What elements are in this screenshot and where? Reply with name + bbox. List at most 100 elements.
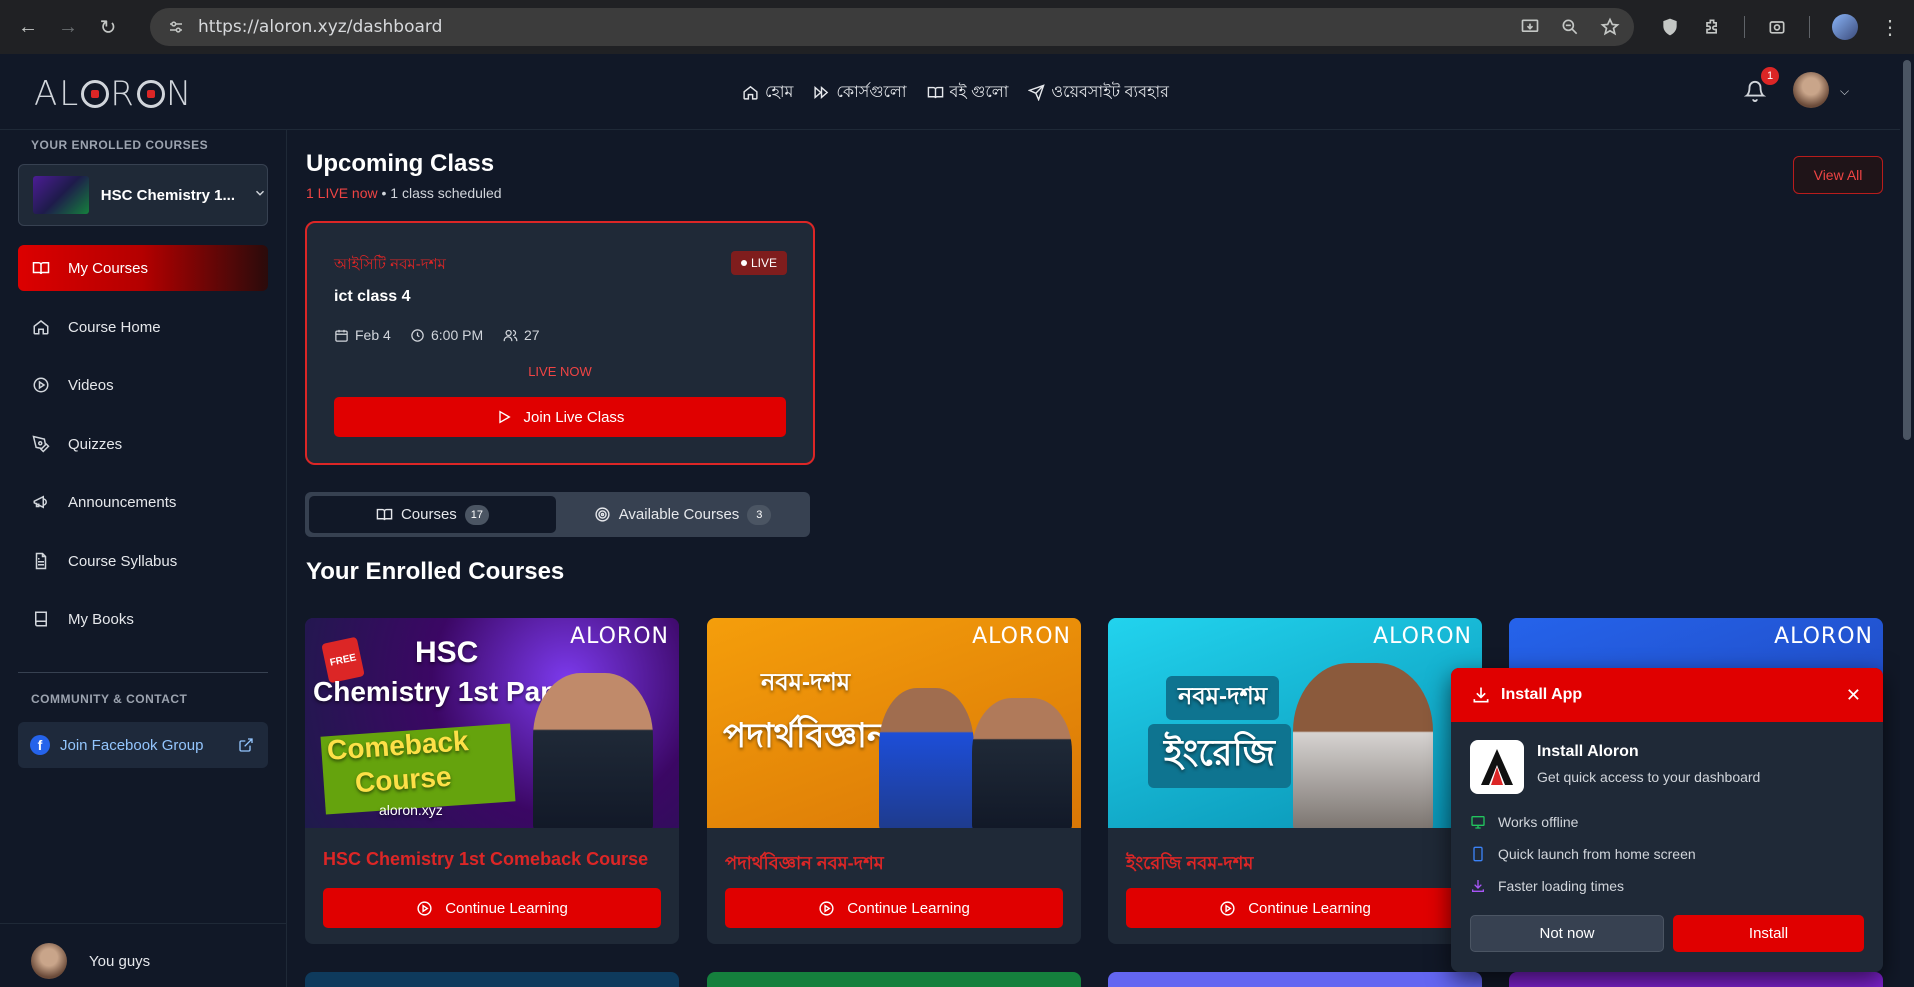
nav-home[interactable]: হোম: [742, 79, 793, 106]
forward-icon[interactable]: →: [48, 7, 88, 47]
sidebar-item-course-syllabus[interactable]: Course Syllabus: [18, 538, 268, 584]
clock-icon: [411, 328, 424, 342]
zoom-icon[interactable]: [1560, 17, 1580, 37]
join-live-class-button[interactable]: Join Live Class: [334, 397, 786, 437]
sidebar-item-label: Videos: [68, 376, 114, 394]
address-bar[interactable]: https://aloron.xyz/dashboard: [150, 8, 1634, 46]
home-icon: [33, 320, 49, 335]
notification-badge: 1: [1761, 67, 1779, 85]
enrolled-courses-label: YOUR ENROLLED COURSES: [31, 138, 209, 152]
continue-learning-button[interactable]: Continue Learning: [1126, 888, 1464, 928]
course-card-next-row[interactable]: [305, 972, 679, 987]
sidebar-item-quizzes[interactable]: Quizzes: [18, 421, 268, 467]
book-open-icon: [376, 508, 393, 521]
sidebar-item-course-home[interactable]: Course Home: [18, 304, 268, 350]
facebook-icon: f: [30, 735, 50, 755]
continue-learning-label: Continue Learning: [1248, 899, 1371, 917]
continue-learning-label: Continue Learning: [445, 899, 568, 917]
url-text[interactable]: https://aloron.xyz/dashboard: [198, 17, 442, 37]
page-scrollbar[interactable]: [1900, 54, 1914, 987]
selected-course-name: HSC Chemistry 1...: [100, 186, 235, 204]
extension-shield-icon[interactable]: [1660, 17, 1680, 37]
class-time: 6:00 PM: [410, 327, 483, 343]
megaphone-icon: [33, 495, 47, 509]
course-title: HSC Chemistry 1st Comeback Course: [323, 849, 649, 869]
install-app-icon[interactable]: [1520, 17, 1540, 37]
user-avatar[interactable]: [1793, 72, 1829, 108]
reload-icon[interactable]: ↻: [88, 7, 128, 47]
toolbar-divider: [1809, 16, 1810, 38]
browser-toolbar: ← → ↻ https://aloron.xyz/dashboard ⋮: [0, 0, 1914, 54]
sidebar-user[interactable]: You guys: [31, 943, 150, 979]
live-count: 1 LIVE now: [306, 185, 378, 201]
tab-available-courses[interactable]: Available Courses 3: [559, 496, 806, 533]
sidebar-divider: [18, 672, 268, 673]
users-icon: [503, 329, 518, 341]
join-facebook-group-link[interactable]: f Join Facebook Group: [18, 722, 268, 768]
feature-item: Faster loading times: [1470, 878, 1624, 894]
tab-courses-count: 17: [464, 504, 490, 525]
sidebar-item-videos[interactable]: Videos: [18, 362, 268, 408]
aloron-logo[interactable]: AL R N: [34, 74, 193, 114]
sidebar-item-my-books[interactable]: My Books: [18, 596, 268, 642]
thumb-line: পদার্থবিজ্ঞান: [723, 717, 888, 755]
screenshot-icon[interactable]: [1767, 17, 1787, 37]
facebook-link-label: Join Facebook Group: [60, 736, 204, 754]
aloron-app-icon: [1470, 740, 1524, 794]
scrollbar-thumb[interactable]: [1903, 60, 1911, 440]
feature-label: Faster loading times: [1498, 878, 1625, 894]
thumb-line: aloron.xyz: [379, 802, 443, 818]
sidebar-item-my-courses[interactable]: My Courses: [18, 245, 268, 291]
class-name: ict class 4: [334, 288, 411, 305]
nav-books[interactable]: বই গুলো: [927, 79, 1008, 106]
class-subject: আইসিটি নবম-দশম: [334, 256, 446, 273]
thumb-line: নবম-দশম: [761, 669, 851, 696]
continue-learning-button[interactable]: Continue Learning: [725, 888, 1063, 928]
pen-icon: [32, 435, 50, 453]
play-circle-icon: [417, 900, 432, 916]
course-card-next-row[interactable]: [707, 972, 1081, 987]
nav-website-usage[interactable]: ওয়েবসাইট ব্যবহার: [1028, 79, 1169, 106]
course-thumbnail: FREE HSC Chemistry 1st Paper Comeback Co…: [305, 618, 679, 828]
menu-kebab-icon[interactable]: ⋮: [1880, 15, 1900, 40]
smartphone-icon: [1473, 846, 1483, 862]
thumb-line: Course: [354, 760, 453, 799]
course-card-next-row[interactable]: [1509, 972, 1883, 987]
instructor-photo: [1293, 663, 1433, 828]
not-now-button[interactable]: Not now: [1470, 915, 1664, 952]
chevron-down-icon[interactable]: ⌵: [1840, 84, 1849, 99]
brand-logo: ALORON: [1373, 624, 1472, 649]
download-icon: [1472, 880, 1484, 892]
tab-available-label: Available Courses: [618, 506, 740, 523]
install-button[interactable]: Install: [1673, 915, 1864, 952]
sidebar-item-label: Quizzes: [68, 435, 123, 453]
course-card-next-row[interactable]: [1108, 972, 1482, 987]
course-card[interactable]: FREE HSC Chemistry 1st Paper Comeback Co…: [305, 618, 679, 944]
course-card[interactable]: নবম-দশম পদার্থবিজ্ঞান ALORON পদার্থবিজ্ঞ…: [707, 618, 1081, 944]
file-text-icon: [35, 552, 47, 570]
bell-icon[interactable]: [1744, 80, 1766, 102]
course-thumbnail: নবম-দশম ইংরেজি ALORON: [1108, 618, 1482, 828]
site-settings-icon[interactable]: [158, 18, 194, 36]
sidebar-footer-divider: [0, 923, 287, 924]
view-all-button[interactable]: View All: [1793, 156, 1883, 194]
course-tabs: Courses 17 Available Courses 3: [305, 492, 810, 537]
back-icon[interactable]: ←: [8, 7, 48, 47]
course-selector[interactable]: HSC Chemistry 1...: [18, 164, 268, 226]
continue-learning-button[interactable]: Continue Learning: [323, 888, 661, 928]
sidebar-item-announcements[interactable]: Announcements: [18, 479, 268, 525]
sidebar-item-label: My Books: [68, 610, 134, 628]
close-icon[interactable]: ✕: [1846, 685, 1861, 706]
course-card[interactable]: নবম-দশম ইংরেজি ALORON ইংরেজি নবম-দশম Con…: [1108, 618, 1482, 944]
extensions-icon[interactable]: [1702, 17, 1722, 37]
profile-avatar[interactable]: [1832, 14, 1858, 40]
class-time-value: 6:00 PM: [431, 327, 484, 343]
nav-courses[interactable]: কোর্সগুলো: [813, 79, 907, 106]
nav-courses-label: কোর্সগুলো: [836, 84, 907, 101]
feature-item: Works offline: [1470, 814, 1578, 830]
tab-courses[interactable]: Courses 17: [309, 496, 556, 533]
nav-home-label: হোম: [765, 84, 794, 101]
instructor-photo: [533, 673, 653, 828]
bookmark-star-icon[interactable]: [1600, 17, 1620, 37]
app-header: AL R N হোম কোর্সগুলো বই গুলো ওয়েবসাইট ব্য…: [0, 54, 1900, 130]
